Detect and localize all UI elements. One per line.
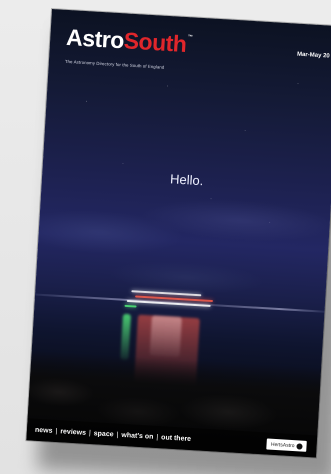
nav-item-news[interactable]: news [35, 426, 53, 434]
sponsor-label: HertsAstro [270, 441, 295, 449]
nav-item-space[interactable]: space [94, 430, 114, 438]
nav-item-out-there[interactable]: out there [161, 434, 191, 443]
nav-separator: | [55, 427, 58, 435]
nav-separator: | [116, 431, 119, 439]
nav-separator: | [88, 429, 91, 437]
ship-reflection-white [149, 315, 182, 358]
nav-item-whats-on[interactable]: what's on [121, 431, 153, 440]
masthead-astro: Astro [65, 23, 125, 54]
sponsor-logo: HertsAstro [266, 438, 307, 452]
masthead-trademark: ™ [187, 34, 193, 41]
magazine-cover[interactable]: Astro South ™ The Astronomy Directory fo… [26, 9, 331, 458]
sponsor-dot-icon [296, 442, 303, 450]
masthead-south: South [123, 27, 188, 58]
nav-item-reviews[interactable]: reviews [60, 428, 86, 437]
scene-background: Astro South ™ The Astronomy Directory fo… [0, 0, 331, 474]
cover-headline: Hello. [169, 171, 204, 189]
nav-separator: | [156, 433, 159, 441]
